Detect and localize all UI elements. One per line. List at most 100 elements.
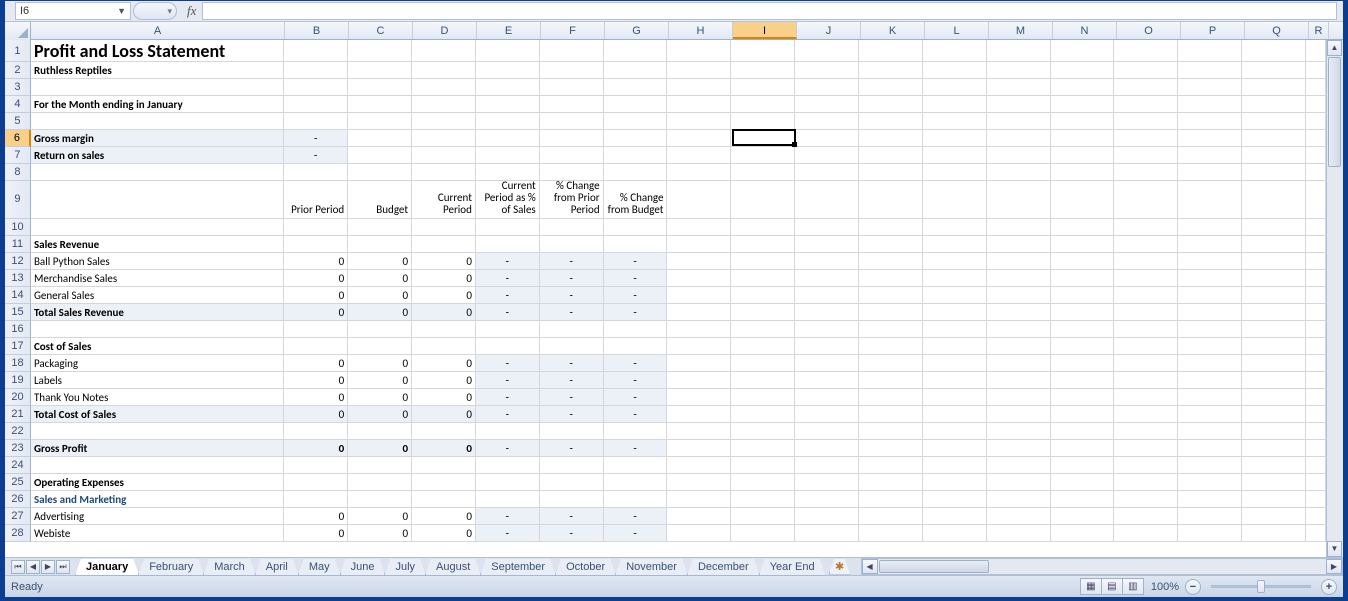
cell[interactable] [1178,474,1242,491]
cell[interactable] [667,338,731,355]
cell[interactable] [348,338,412,355]
cell[interactable]: 0 [284,372,348,389]
cell[interactable]: - [476,406,540,423]
cell[interactable]: - [540,406,604,423]
cell[interactable] [1242,372,1306,389]
cell[interactable] [1306,219,1326,236]
cell[interactable]: 0 [348,406,412,423]
cell[interactable] [987,287,1051,304]
cell[interactable] [987,474,1051,491]
cell[interactable] [1114,389,1178,406]
cell[interactable] [1051,474,1115,491]
cell[interactable] [412,219,476,236]
cell[interactable] [1306,236,1326,253]
cell[interactable] [1306,491,1326,508]
cell[interactable]: Return on sales [31,147,284,164]
cell[interactable] [604,236,668,253]
cell[interactable] [667,219,731,236]
cell[interactable] [348,147,412,164]
cell[interactable] [348,79,412,96]
cell[interactable] [1178,96,1242,113]
cell[interactable] [1114,181,1178,219]
cell[interactable] [1051,406,1115,423]
sheet-tab[interactable]: February [138,559,204,576]
cell[interactable] [1306,440,1326,457]
cell[interactable] [1051,113,1115,130]
cell[interactable] [1306,457,1326,474]
cell[interactable] [604,96,668,113]
cell[interactable] [1242,355,1306,372]
cell[interactable] [795,287,859,304]
cell[interactable]: Current Period as % of Sales [476,181,540,219]
cell[interactable] [604,338,668,355]
cell[interactable]: 0 [284,440,348,457]
cell[interactable] [795,253,859,270]
cell[interactable] [1114,62,1178,79]
cell[interactable] [987,321,1051,338]
cell[interactable] [1178,304,1242,321]
cell[interactable] [1178,270,1242,287]
cell[interactable] [731,219,795,236]
cell[interactable] [476,457,540,474]
cell[interactable]: 0 [284,304,348,321]
cell[interactable] [731,457,795,474]
cell[interactable] [859,113,923,130]
cell[interactable] [859,355,923,372]
cell[interactable] [1242,253,1306,270]
cell[interactable] [859,270,923,287]
cell[interactable]: 0 [348,304,412,321]
cell[interactable] [1306,181,1326,219]
cell[interactable] [859,147,923,164]
column-header-G[interactable]: G [605,22,669,39]
cell[interactable] [1242,130,1306,147]
cell[interactable] [859,181,923,219]
cell[interactable] [31,457,284,474]
cell[interactable] [987,457,1051,474]
cell[interactable] [731,525,795,542]
cell[interactable] [284,164,348,181]
cell[interactable] [795,508,859,525]
cell[interactable] [1178,236,1242,253]
cell[interactable]: 0 [412,508,476,525]
sheet-tab[interactable]: March [203,559,256,576]
cell[interactable]: 0 [412,253,476,270]
sheet-tab[interactable]: May [298,559,341,576]
cell[interactable] [987,219,1051,236]
cell[interactable]: Merchandise Sales [31,270,284,287]
cell[interactable] [1178,491,1242,508]
cell[interactable] [667,287,731,304]
cell[interactable]: 0 [284,355,348,372]
cell[interactable] [604,62,668,79]
cell[interactable] [987,270,1051,287]
cell[interactable]: 0 [284,525,348,542]
cell[interactable]: 0 [412,270,476,287]
cell[interactable]: Total Sales Revenue [31,304,284,321]
cell[interactable] [667,321,731,338]
cell[interactable] [667,525,731,542]
cell[interactable] [667,130,731,147]
row-header[interactable]: 8 [5,164,31,181]
cell[interactable] [284,423,348,440]
formula-input[interactable] [202,2,1337,20]
cell[interactable] [667,491,731,508]
cell[interactable] [1242,304,1306,321]
cell[interactable] [1114,423,1178,440]
cell[interactable] [604,130,668,147]
cell[interactable] [731,406,795,423]
cell[interactable] [923,130,987,147]
cell[interactable] [1306,113,1326,130]
zoom-slider[interactable] [1211,585,1311,588]
cell[interactable] [1306,287,1326,304]
cell[interactable] [540,457,604,474]
cell[interactable] [1178,181,1242,219]
cell[interactable] [1178,164,1242,181]
zoom-handle[interactable] [1257,580,1265,593]
cell[interactable] [923,406,987,423]
cell[interactable] [923,508,987,525]
cell[interactable] [604,147,668,164]
cell[interactable] [1242,96,1306,113]
cell[interactable] [1114,236,1178,253]
cell[interactable] [540,423,604,440]
cell[interactable] [859,423,923,440]
cell[interactable] [987,62,1051,79]
